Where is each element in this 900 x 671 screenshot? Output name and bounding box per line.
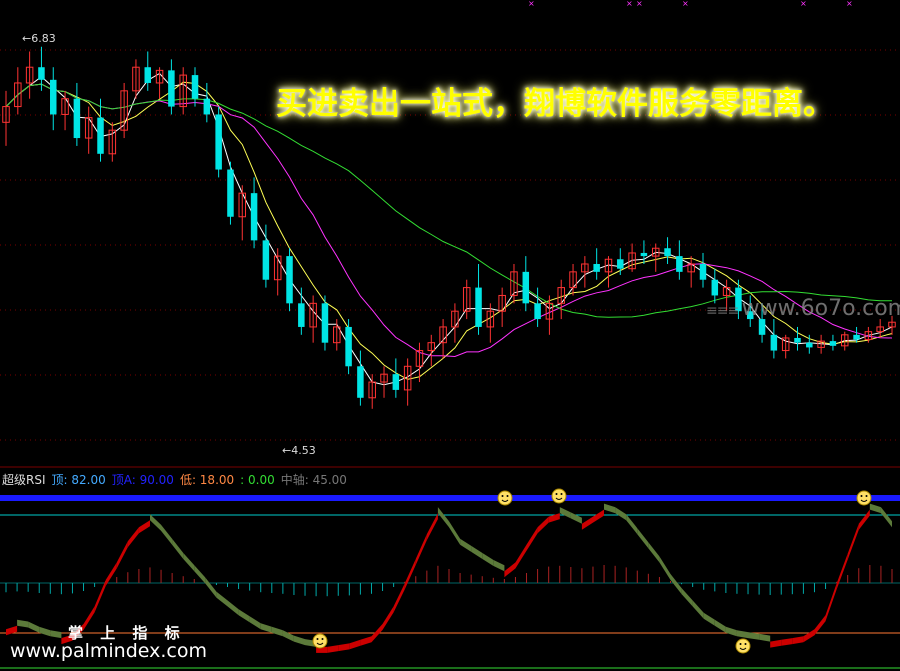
smiley-eye xyxy=(506,495,509,497)
candle-body xyxy=(203,98,211,115)
candle-body xyxy=(640,252,648,257)
smiley-icon xyxy=(312,633,328,649)
candle-body xyxy=(711,279,719,296)
price-high-value: 6.83 xyxy=(31,32,56,45)
candle-body xyxy=(617,259,624,269)
price-low-value: 4.53 xyxy=(291,444,316,457)
candle-body xyxy=(250,193,258,241)
candle-body xyxy=(168,70,175,107)
watermark-top: ≡≡≡ www.6o7o.com xyxy=(706,296,900,321)
candle-body xyxy=(286,256,293,304)
indicator-mid: 中轴: 45.00 xyxy=(280,473,347,487)
candle-body xyxy=(853,334,860,340)
candle-body xyxy=(829,341,837,346)
promo-banner: 买进卖出一站式，翔博软件服务零距离。 xyxy=(276,86,834,122)
svg-text:×: × xyxy=(800,0,807,8)
watermark-bottom-url: www.palmindex.com xyxy=(10,640,208,662)
indicator-name: 超级RSI xyxy=(2,473,46,487)
svg-text:×: × xyxy=(528,0,535,8)
candle-body xyxy=(522,271,530,304)
smiley-eye xyxy=(555,493,558,495)
candle-body xyxy=(215,114,222,170)
candle-body xyxy=(806,342,813,348)
svg-text:×: × xyxy=(846,0,853,8)
candle-body xyxy=(227,169,234,217)
candle-body xyxy=(144,67,152,83)
indicator-top: 顶: 82.00 xyxy=(51,473,106,487)
smiley-icon xyxy=(551,488,567,504)
candle-body xyxy=(191,75,199,99)
candle-body xyxy=(298,303,305,327)
smiley-eye xyxy=(865,495,868,497)
candle-body xyxy=(345,326,352,367)
indicator-legend: 超级RSI 顶: 82.00 顶A: 90.00 低: 18.00 : 0.00 中轴: … xyxy=(2,471,353,488)
watermark-rays: ≡≡≡ xyxy=(706,303,742,319)
candle-body xyxy=(97,117,104,154)
candle-body xyxy=(262,240,270,280)
candle-body xyxy=(73,98,81,139)
smiley-eye xyxy=(501,495,504,497)
candle-body xyxy=(321,303,329,343)
smiley-eye xyxy=(744,643,747,645)
candle-body xyxy=(593,263,600,272)
smiley-eye xyxy=(321,638,324,640)
svg-text:×: × xyxy=(682,0,689,8)
smiley-icon xyxy=(735,638,751,654)
smiley-eye xyxy=(860,495,863,497)
svg-text:×: × xyxy=(636,0,643,8)
candle-body xyxy=(534,303,541,320)
smiley-eye xyxy=(560,493,563,495)
candle-body xyxy=(357,366,364,398)
smiley-icon xyxy=(497,490,513,506)
indicator-top-a: 顶A: 90.00 xyxy=(111,473,174,487)
candle-body xyxy=(475,287,482,327)
smiley-eye xyxy=(316,638,319,640)
candle-body xyxy=(664,248,671,257)
smiley-eye xyxy=(739,643,742,645)
indicator-low: 低: 18.00 xyxy=(179,473,235,487)
watermark-top-text: www.6o7o.com xyxy=(741,296,900,321)
candle-body xyxy=(699,263,707,280)
candle-body xyxy=(676,256,683,272)
price-high-label: ←6.83 xyxy=(22,32,56,45)
candle-body xyxy=(38,67,45,80)
svg-text:×: × xyxy=(626,0,633,8)
candle-body xyxy=(770,334,778,351)
candle-body xyxy=(758,319,766,335)
candle-body xyxy=(392,374,400,390)
price-low-label: ←4.53 xyxy=(282,444,316,457)
smiley-icon xyxy=(856,490,872,506)
candle-body xyxy=(50,79,57,115)
candle-body xyxy=(794,337,801,343)
indicator-zero: : 0.00 xyxy=(240,473,275,487)
